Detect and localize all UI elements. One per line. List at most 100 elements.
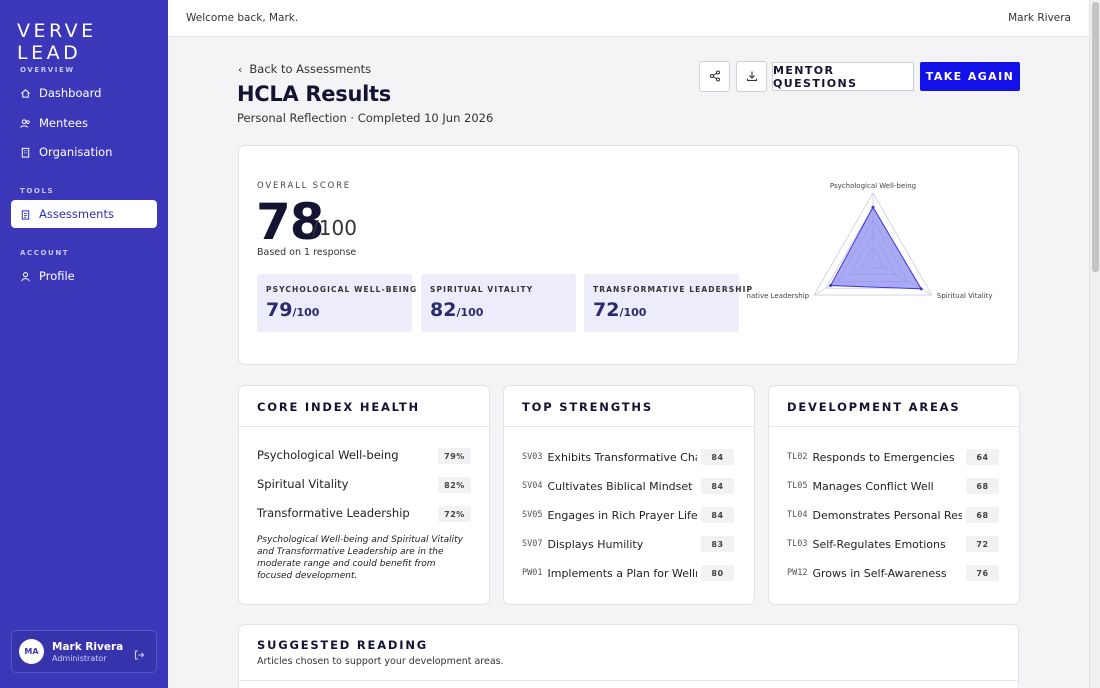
- subscore-denominator: /100: [292, 306, 320, 319]
- nav-section-tools: TOOLS: [20, 187, 55, 195]
- mentor-questions-button[interactable]: MENTOR QUESTIONS: [772, 62, 914, 91]
- list-item: TL05 Manages Conflict Well 68: [787, 478, 999, 494]
- index-row: Psychological Well-being 79%: [257, 448, 471, 464]
- user-card[interactable]: MA Mark Rivera Administrator: [11, 630, 157, 673]
- list-item: TL03 Self-Regulates Emotions 72: [787, 536, 999, 552]
- item-code: PW01: [522, 568, 543, 578]
- sidebar-item-label: Mentees: [39, 116, 88, 130]
- radar-series-area: [829, 206, 923, 290]
- list-item: PW12 Grows in Self-Awareness 76: [787, 565, 999, 581]
- list-item: TL02 Responds to Emergencies 64: [787, 449, 999, 465]
- radar-data-point: [871, 205, 875, 209]
- index-label: Spiritual Vitality: [257, 477, 349, 491]
- brand-logo[interactable]: VERVE LEAD: [17, 20, 168, 64]
- user-icon: [20, 271, 31, 282]
- download-button[interactable]: [736, 61, 767, 92]
- item-score-badge: 84: [701, 449, 734, 465]
- logout-icon[interactable]: [133, 646, 145, 660]
- top-user-menu[interactable]: Mark Rivera: [1008, 12, 1071, 24]
- sidebar-item-profile[interactable]: Profile: [11, 262, 157, 290]
- suggested-reading-card: SUGGESTED READING Articles chosen to sup…: [238, 624, 1019, 688]
- building-icon: [20, 147, 31, 158]
- radar-data-point: [919, 287, 923, 291]
- page-title: HCLA Results: [237, 82, 391, 106]
- sidebar-item-organisation[interactable]: Organisation: [11, 138, 157, 166]
- item-code: SV04: [522, 481, 543, 491]
- item-name: Engages in Rich Prayer Life: [547, 508, 698, 522]
- development-areas-card: DEVELOPMENT AREAS TL02 Responds to Emerg…: [768, 385, 1020, 605]
- item-score-badge: 64: [966, 449, 999, 465]
- item-score-badge: 84: [701, 507, 734, 523]
- list-item: SV04 Cultivates Biblical Mindset 84: [522, 478, 734, 494]
- item-code: SV07: [522, 539, 543, 549]
- subscore-spiritual: SPIRITUAL VITALITY 82/100: [421, 274, 576, 332]
- divider: [239, 680, 1018, 681]
- top-bar: Welcome back, Mark. Mark Rivera: [168, 0, 1089, 37]
- item-score-badge: 83: [701, 536, 734, 552]
- subscore-value: 79: [266, 299, 293, 321]
- sidebar-item-label: Dashboard: [39, 86, 102, 100]
- divider: [504, 426, 754, 427]
- index-score-badge: 72%: [438, 506, 471, 522]
- back-link[interactable]: ‹ Back to Assessments: [238, 62, 371, 76]
- share-button[interactable]: [699, 61, 730, 92]
- download-icon: [746, 67, 758, 86]
- users-icon: [20, 118, 31, 129]
- item-name: Responds to Emergencies: [812, 450, 955, 464]
- development-areas-title: DEVELOPMENT AREAS: [787, 400, 961, 414]
- item-score-badge: 68: [966, 507, 999, 523]
- core-index-card: CORE INDEX HEALTH Psychological Well-bei…: [238, 385, 490, 605]
- suggested-reading-title: SUGGESTED READING: [257, 638, 428, 652]
- overall-score-denominator: /100: [312, 216, 357, 240]
- nav-section-overview: OVERVIEW: [20, 66, 75, 74]
- user-name: Mark Rivera: [52, 640, 124, 653]
- radar-axis-label: Spiritual Vitality: [937, 292, 993, 300]
- response-count: Based on 1 response: [257, 247, 357, 258]
- index-label: Psychological Well-being: [257, 448, 399, 462]
- item-code: TL03: [787, 539, 808, 549]
- subscore-label: PSYCHOLOGICAL WELL-BEING: [266, 285, 418, 294]
- take-again-button[interactable]: TAKE AGAIN: [920, 62, 1020, 91]
- index-score-badge: 82%: [438, 477, 471, 493]
- item-code: SV05: [522, 510, 543, 520]
- index-summary-note: Psychological Well-being and Spiritual V…: [257, 535, 463, 581]
- item-name: Implements a Plan for Wellness: [547, 566, 697, 580]
- sidebar-item-assessments[interactable]: Assessments: [11, 200, 157, 228]
- divider: [769, 426, 1019, 427]
- item-code: PW12: [787, 568, 808, 578]
- index-row: Spiritual Vitality 82%: [257, 477, 471, 493]
- list-item: SV03 Exhibits Transformative Character 8…: [522, 449, 734, 465]
- clipboard-icon: [20, 209, 31, 220]
- user-role: Administrator: [52, 653, 107, 663]
- page-scrollbar[interactable]: [1089, 0, 1100, 688]
- item-score-badge: 68: [966, 478, 999, 494]
- welcome-message: Welcome back, Mark.: [186, 12, 299, 24]
- radar-axis-label: Psychological Well-being: [830, 182, 916, 190]
- sidebar-item-dashboard[interactable]: Dashboard: [11, 79, 157, 107]
- list-item: SV07 Displays Humility 83: [522, 536, 734, 552]
- overall-score-label: OVERALL SCORE: [257, 181, 351, 191]
- index-row: Transformative Leadership 72%: [257, 506, 471, 522]
- item-name: Self-Regulates Emotions: [812, 537, 946, 551]
- subscore-value: 82: [430, 299, 457, 321]
- subscore-denominator: /100: [619, 306, 647, 319]
- page-subtitle: Personal Reflection · Completed 10 Jun 2…: [237, 111, 494, 125]
- subscore-label: SPIRITUAL VITALITY: [430, 285, 534, 294]
- item-name: Exhibits Transformative Character: [547, 450, 697, 464]
- item-name: Cultivates Biblical Mindset: [547, 479, 693, 493]
- core-index-title: CORE INDEX HEALTH: [257, 400, 420, 414]
- index-label: Transformative Leadership: [257, 506, 410, 520]
- sidebar: VERVE LEAD OVERVIEW Dashboard Mentees Or…: [0, 0, 168, 688]
- item-score-badge: 76: [966, 565, 999, 581]
- back-link-label: Back to Assessments: [249, 62, 372, 76]
- item-score-badge: 84: [701, 478, 734, 494]
- chevron-left-icon: ‹: [238, 62, 243, 76]
- sidebar-item-mentees[interactable]: Mentees: [11, 109, 157, 137]
- share-icon: [709, 67, 721, 86]
- scrollbar-thumb[interactable]: [1092, 2, 1099, 272]
- item-name: Manages Conflict Well: [812, 479, 934, 493]
- home-icon: [20, 88, 31, 99]
- top-strengths-card: TOP STRENGTHS SV03 Exhibits Transformati…: [503, 385, 755, 605]
- sidebar-item-label: Organisation: [39, 145, 113, 159]
- overall-score-card: OVERALL SCORE 78 /100 Based on 1 respons…: [238, 145, 1019, 365]
